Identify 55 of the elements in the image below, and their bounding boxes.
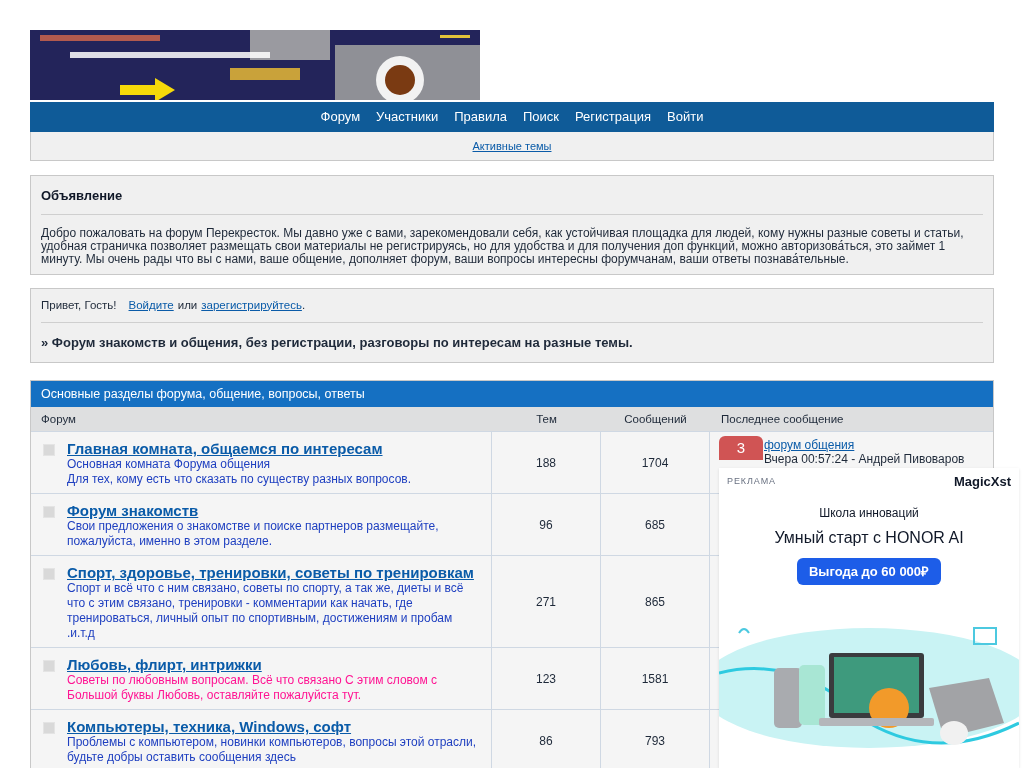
last-post-info: Вчера 00:57:24 - Андрей Пивоваров bbox=[764, 452, 965, 467]
forum-status-icon bbox=[43, 506, 55, 519]
advertisement[interactable]: РЕКЛАМА MagicXst Школа инноваций Умный старт с HONOR AI Выгода до 60 000₽ bbox=[719, 468, 1019, 768]
ad-label: РЕКЛАМА bbox=[727, 475, 776, 488]
forum-tagline: » Форум знакомств и общения, без регистрации, разговоры по интересам на разные темы. bbox=[41, 333, 634, 352]
forum-title-link[interactable]: Компьютеры, техника, Windows, софт bbox=[67, 718, 479, 736]
nav-link[interactable]: Регистрация bbox=[575, 107, 651, 127]
forum-status-icon bbox=[43, 722, 55, 735]
post-count: 793 bbox=[645, 732, 665, 750]
topic-count: 86 bbox=[539, 732, 553, 750]
column-header: Сообщений bbox=[623, 411, 688, 427]
forum-description: Спорт и всё что с ним связано, советы по спорту, а так же, диеты и всё что с этим связано, тренировки - комментарии как начать, где тренироваться, личный опыт по спортивным, достижениям и пробам .и.т.д bbox=[67, 581, 465, 642]
forum-status-icon bbox=[43, 568, 55, 581]
forum-title-link[interactable]: Форум знакомств bbox=[67, 502, 479, 520]
login-link[interactable]: Войдите bbox=[128, 296, 174, 314]
forum-description: Для тех, кому есть что сказать по существу разных вопросов. bbox=[67, 472, 412, 488]
topic-count: 96 bbox=[539, 516, 553, 534]
forum-description: Проблемы с компьютером, новинки компьютеров, вопросы этой отрасли, будьте добры оставить сообщения здесь bbox=[67, 735, 478, 766]
forum-status-icon bbox=[43, 444, 55, 457]
topic-count: 271 bbox=[536, 593, 556, 611]
nav-link[interactable]: Войти bbox=[667, 107, 704, 127]
post-count: 685 bbox=[645, 516, 665, 534]
register-link[interactable]: зарегистрируйтесь bbox=[201, 296, 302, 314]
forum-title-link[interactable]: Любовь, флирт, интрижки bbox=[67, 656, 479, 674]
forum-description: Советы по любовным вопросам. Всё что связано С этим словом с Большой буквы Любовь, оставляйте пожалуйста тут. bbox=[67, 673, 439, 704]
greeting-text: Привет, Гость! bbox=[41, 297, 117, 313]
nav-link[interactable]: Поиск bbox=[523, 107, 559, 127]
forum-title-link[interactable]: Спорт, здоровье, тренировки, советы по тренировкам bbox=[67, 564, 479, 582]
brand-name: MagicXst bbox=[953, 473, 1011, 491]
notification-badge[interactable]: 3 bbox=[719, 436, 763, 460]
forum-title-link[interactable]: Главная комната, общаемся по интересам bbox=[67, 440, 412, 458]
post-count: 1581 bbox=[641, 670, 669, 688]
ad-headline: Умный старт с HONOR AI bbox=[773, 527, 965, 548]
post-count: 865 bbox=[645, 593, 665, 611]
last-post-link[interactable]: форум общения bbox=[764, 438, 855, 453]
active-topics-link[interactable]: Активные темы bbox=[472, 137, 552, 155]
ad-subtitle: Школа инноваций bbox=[818, 504, 920, 522]
period-text: . bbox=[301, 297, 306, 313]
offer-button[interactable]: Выгода до 60 000₽ bbox=[796, 557, 942, 585]
nav-link[interactable]: Правила bbox=[454, 107, 507, 127]
nav-link[interactable]: Форум bbox=[320, 107, 361, 127]
announcement-title: Объявление bbox=[41, 186, 983, 215]
column-header: Последнее сообщение bbox=[720, 411, 844, 427]
forum-description: Свои предложения о знакомстве и поиске партнеров размещайте, пожалуйста, именно в этом разделе. bbox=[67, 519, 440, 550]
post-count: 1704 bbox=[641, 454, 669, 472]
forum-status-icon bbox=[43, 660, 55, 673]
nav-link[interactable]: Участники bbox=[376, 107, 439, 127]
category-title: Основные разделы форума, общение, вопросы, ответы bbox=[41, 385, 365, 403]
forum-description: Основная комната Форума общения bbox=[67, 457, 271, 473]
announcement-text: Добро пожаловать на форум Перекресток. Мы давно уже с вами, зарекомендовали себя, как устойчивая площадка для людей, кому нужны разные советы и статьи, удобная страничка позволяет размещать свои материалы не регистрируясь, но для удобства и для получения доп функций, можно авторизова́ться, это займет 1 минуту. Мы очень рады что вы с нами, ваше общение, дополняет форум, ваши вопросы интересны форумчанам, ваши ответы познава́тельные. bbox=[41, 226, 965, 266]
column-header: Тем bbox=[535, 411, 558, 427]
topic-count: 188 bbox=[536, 454, 556, 472]
column-header: Форум bbox=[40, 411, 77, 427]
topic-count: 123 bbox=[536, 670, 556, 688]
or-text: или bbox=[177, 297, 198, 313]
